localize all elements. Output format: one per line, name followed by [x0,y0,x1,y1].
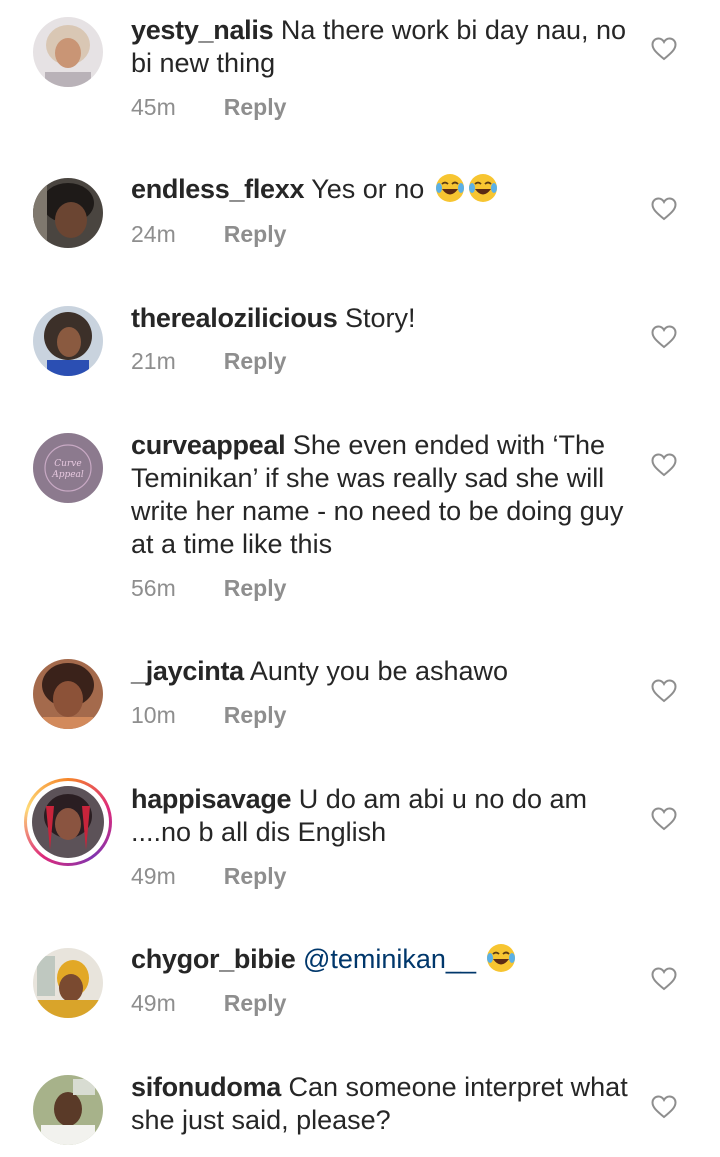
comment-meta: 45m Reply [131,93,286,121]
comment-meta: 24m Reply [131,220,286,248]
story-ring[interactable] [24,778,112,866]
heart-icon[interactable] [651,1095,677,1119]
comment-username[interactable]: chygor_bibie [131,944,296,974]
face-with-tears-of-joy-icon [487,944,516,972]
avatar[interactable] [33,659,103,729]
comment-time: 10m [131,702,176,728]
heart-icon[interactable] [651,967,677,991]
comment-username[interactable]: _jaycinta [131,656,244,686]
comment-time: 49m [131,990,176,1016]
face-with-tears-of-joy-icon [468,174,497,202]
comment-username[interactable]: curveappeal [131,430,286,460]
comment-time: 45m [131,94,176,120]
heart-icon[interactable] [651,325,677,349]
reply-button[interactable]: Reply [224,863,287,889]
logo-text: Curve [54,459,81,469]
avatar[interactable] [33,17,103,87]
comment-text: endless_flexx Yes or no [131,173,631,206]
reply-button[interactable]: Reply [224,702,287,728]
comment-text: _jaycinta Aunty you be ashawo [131,655,631,688]
comment-text: happisavage U do am abi u no do am ....n… [131,783,631,849]
comment-username[interactable]: yesty_nalis [131,15,274,45]
reply-button[interactable]: Reply [224,348,287,374]
comment-meta: 49m Reply [131,989,286,1017]
svg-text:Appeal: Appeal [51,470,84,480]
comment-body: Yes or no [311,174,425,204]
comment-username[interactable]: endless_flexx [131,174,305,204]
comment-time: 56m [131,575,176,601]
reply-button[interactable]: Reply [224,94,287,120]
comment-text: yesty_nalis Na there work bi day nau, no… [131,14,631,80]
comment-text: chygor_bibie @teminikan__ [131,943,631,976]
comment-meta: 21m Reply [131,347,286,375]
reply-button[interactable]: Reply [224,221,287,247]
comment-body: Story! [344,303,416,333]
comment-time: 49m [131,863,176,889]
comment-time: 24m [131,221,176,247]
comment-username[interactable]: therealozilicious [131,303,338,333]
heart-icon[interactable] [651,679,677,703]
comment-meta: 49m Reply [131,862,286,890]
heart-icon[interactable] [651,197,677,221]
comment-time: 21m [131,348,176,374]
comment-meta: 56m Reply [131,574,286,602]
avatar[interactable]: Curve Appeal [33,433,103,503]
avatar[interactable] [32,786,104,858]
reply-button[interactable]: Reply [224,990,287,1016]
avatar[interactable] [33,306,103,376]
avatar[interactable] [33,1075,103,1145]
comment-body: Aunty you be ashawo [249,656,509,686]
comment-text: curveappeal She even ended with ‘The Tem… [131,429,631,561]
comment-text: sifonudoma Can someone interpret what sh… [131,1071,631,1137]
heart-icon[interactable] [651,37,677,61]
face-with-tears-of-joy-icon [435,174,464,202]
comment-username[interactable]: happisavage [131,784,292,814]
heart-icon[interactable] [651,807,677,831]
reply-button[interactable]: Reply [224,575,287,601]
avatar[interactable] [33,178,103,248]
comment-username[interactable]: sifonudoma [131,1072,281,1102]
comment-text: therealozilicious Story! [131,302,631,335]
mention-link[interactable]: @teminikan__ [303,944,476,974]
heart-icon[interactable] [651,453,677,477]
comment-meta: 10m Reply [131,701,286,729]
avatar[interactable] [33,948,103,1018]
